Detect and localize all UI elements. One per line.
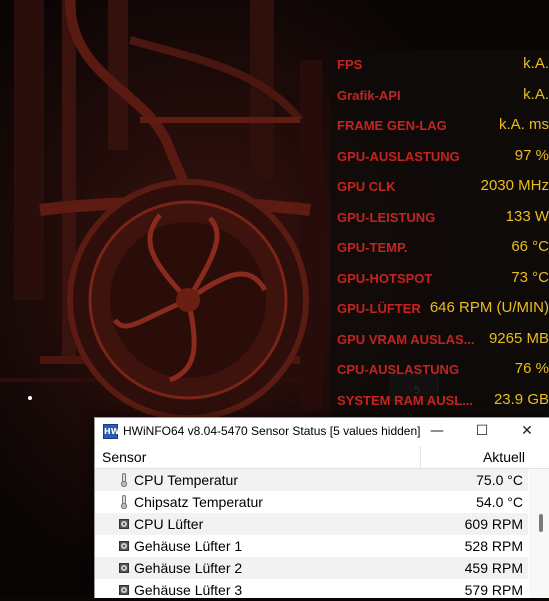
sensor-name: Gehäuse Lüfter 2 <box>134 560 243 576</box>
overlay-row: GPU-TEMP. 66 °C <box>337 237 549 259</box>
sensor-name: Gehäuse Lüfter 1 <box>134 538 243 554</box>
sensor-name: CPU Temperatur <box>134 472 239 488</box>
overlay-row: GPU-LEISTUNG 133 W <box>337 207 549 229</box>
hwinfo-sensor-window[interactable]: HW HWiNFO64 v8.04-5470 Sensor Status [5 … <box>94 417 549 598</box>
sensor-row[interactable]: Chipsatz Temperatur 54.0 °C <box>95 491 528 513</box>
overlay-value: 9265 MB <box>488 329 549 347</box>
sensor-row[interactable]: CPU Lüfter 609 RPM <box>95 513 528 535</box>
overlay-value: 23.9 GB <box>493 390 549 408</box>
overlay-row: GPU VRAM AUSLAS... 9265 MB <box>337 329 549 351</box>
overlay-label: GPU-LÜFTER <box>337 301 421 316</box>
overlay-label: FRAME GEN-LAG <box>337 118 447 133</box>
column-header-current[interactable]: Aktuell <box>483 449 525 465</box>
overlay-row: GPU-HOTSPOT 73 °C <box>337 268 549 290</box>
sensor-name: Chipsatz Temperatur <box>134 494 263 510</box>
column-header-sensor[interactable]: Sensor <box>102 449 146 465</box>
sensor-row[interactable]: Gehäuse Lüfter 2 459 RPM <box>95 557 528 579</box>
overlay-label: GPU-AUSLASTUNG <box>337 148 460 164</box>
overlay-label: GPU-HOTSPOT <box>337 270 433 286</box>
overlay-row: CPU-AUSLASTUNG 76 % <box>337 359 549 381</box>
overlay-label: GPU CLK <box>337 179 396 194</box>
fan-icon <box>119 563 129 573</box>
column-header: Sensor Aktuell <box>95 446 549 469</box>
sensor-current-value: 54.0 °C <box>476 494 523 510</box>
sensor-current-value: 459 RPM <box>464 560 523 576</box>
sensor-row[interactable]: Gehäuse Lüfter 1 528 RPM <box>95 535 528 557</box>
overlay-label: GPU-LEISTUNG <box>337 209 436 225</box>
sensor-name: CPU Lüfter <box>134 516 204 532</box>
sensor-row[interactable]: CPU Temperatur 75.0 °C <box>95 469 528 491</box>
overlay-row: FPS k.A. <box>337 54 549 76</box>
sensor-current-value: 75.0 °C <box>476 472 523 488</box>
overlay-row: GPU-AUSLASTUNG 97 % <box>337 146 549 168</box>
overlay-value: k.A. ms <box>498 116 549 133</box>
thermometer-icon <box>120 495 128 509</box>
sensor-current-value: 528 RPM <box>464 538 523 554</box>
sensor-current-value: 579 RPM <box>464 582 523 598</box>
fan-icon <box>119 541 129 551</box>
overlay-label: CPU-AUSLASTUNG <box>337 362 460 377</box>
overlay-label: GPU VRAM AUSLAS... <box>337 331 475 347</box>
overlay-label: Grafik-API <box>337 87 401 103</box>
overlay-row: SYSTEM RAM AUSL... 23.9 GB <box>337 390 549 412</box>
performance-overlay: FPS k.A. Grafik-API k.A. FRAME GEN-LAG k.A. m… <box>330 50 549 420</box>
overlay-row: GPU CLK 2030 MHz <box>337 176 549 198</box>
close-button[interactable]: ✕ <box>504 418 549 444</box>
overlay-value: 646 RPM (U/MIN) <box>429 299 549 316</box>
thermometer-icon <box>120 473 128 487</box>
overlay-label: SYSTEM RAM AUSL... <box>337 392 474 408</box>
overlay-value: 76 % <box>514 360 549 377</box>
overlay-value: 2030 MHz <box>480 177 549 194</box>
overlay-value: 73 °C <box>511 268 549 286</box>
column-divider[interactable] <box>420 446 421 468</box>
vertical-scrollbar[interactable] <box>529 469 549 598</box>
fan-icon <box>119 519 129 529</box>
fan-icon <box>119 585 129 595</box>
overlay-label: GPU-TEMP. <box>337 240 408 255</box>
sensor-current-value: 609 RPM <box>464 516 523 532</box>
overlay-label: FPS <box>337 57 363 72</box>
overlay-value: 66 °C <box>511 238 549 255</box>
minimize-button[interactable]: — <box>414 418 460 444</box>
window-title: HWiNFO64 v8.04-5470 Sensor Status [5 val… <box>123 424 421 438</box>
hwinfo-app-icon: HW <box>103 424 120 439</box>
overlay-value: 97 % <box>514 146 549 164</box>
scrollbar-thumb[interactable] <box>539 514 543 532</box>
overlay-row: FRAME GEN-LAG k.A. ms <box>337 115 549 137</box>
title-bar[interactable]: HW HWiNFO64 v8.04-5470 Sensor Status [5 … <box>95 418 549 444</box>
overlay-row: GPU-LÜFTER 646 RPM (U/MIN) <box>337 298 549 320</box>
overlay-row: Grafik-API k.A. <box>337 85 549 107</box>
overlay-value: k.A. <box>523 55 549 72</box>
sensor-row[interactable]: Gehäuse Lüfter 3 579 RPM <box>95 579 528 601</box>
maximize-button[interactable]: ☐ <box>459 418 505 444</box>
overlay-value: k.A. <box>523 85 549 103</box>
sensor-name: Gehäuse Lüfter 3 <box>134 582 243 598</box>
overlay-value: 133 W <box>505 207 549 225</box>
